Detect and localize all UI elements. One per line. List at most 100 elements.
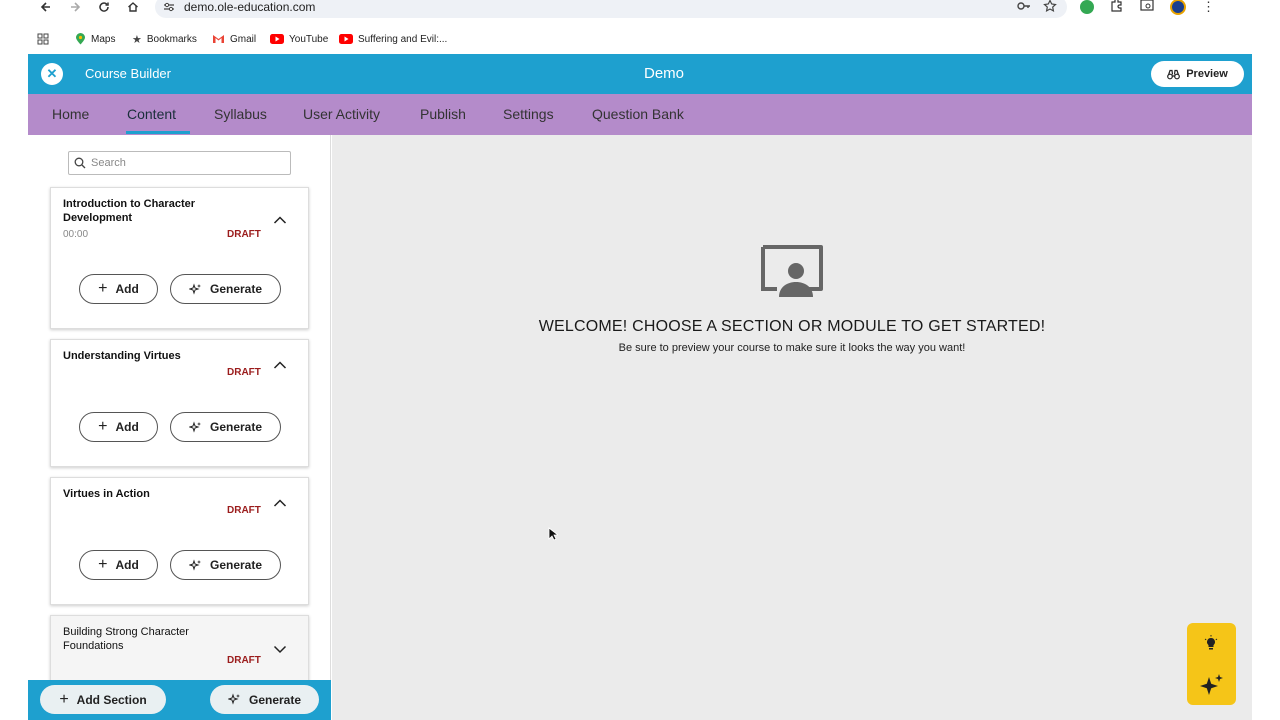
tab-settings[interactable]: Settings	[503, 106, 554, 122]
section-title: Introduction to Character Development	[63, 198, 196, 224]
back-icon[interactable]	[38, 0, 54, 14]
generate-button[interactable]: Generate	[170, 550, 281, 580]
section-title: Virtues in Action	[63, 488, 150, 500]
main-content: WELCOME! CHOOSE A SECTION OR MODULE TO G…	[332, 135, 1252, 720]
add-label: Add	[115, 282, 139, 296]
plus-icon: +	[59, 690, 69, 708]
chevron-up-icon[interactable]	[273, 498, 287, 508]
tab-search-icon[interactable]	[1140, 0, 1154, 17]
chevron-up-icon[interactable]	[273, 360, 287, 370]
tab-user-activity[interactable]: User Activity	[303, 106, 380, 122]
main-tabs: Home Content Syllabus User Activity Publ…	[28, 94, 1252, 135]
section-card[interactable]: Virtues in Action DRAFT + Add Generate	[50, 477, 309, 605]
bookmark-suffering[interactable]: Suffering and Evil:...	[339, 30, 447, 48]
search-box[interactable]	[68, 151, 291, 175]
course-title: Demo	[643, 65, 684, 82]
gmail-icon	[213, 35, 224, 43]
tab-content[interactable]: Content	[127, 106, 176, 122]
plus-icon: +	[98, 280, 108, 297]
app-header: ✕ Course Builder Demo Preview	[28, 54, 1252, 94]
search-icon	[74, 157, 86, 169]
bookmark-youtube[interactable]: YouTube	[270, 30, 328, 48]
maps-pin-icon	[76, 33, 85, 45]
lightbulb-icon[interactable]	[1204, 635, 1218, 651]
section-sidebar: Introduction to Character Development 00…	[28, 135, 331, 720]
assistant-widget	[1187, 623, 1236, 705]
section-title: Understanding Virtues	[63, 350, 181, 362]
reload-icon[interactable]	[96, 0, 112, 14]
sparkle-icon	[227, 693, 240, 705]
section-card[interactable]: Introduction to Character Development 00…	[50, 187, 309, 329]
bookmark-label: Maps	[91, 33, 116, 45]
password-key-icon[interactable]	[1017, 0, 1031, 13]
tab-question-bank[interactable]: Question Bank	[592, 106, 684, 122]
generate-label: Generate	[209, 558, 263, 572]
welcome-title: WELCOME! CHOOSE A SECTION OR MODULE TO G…	[538, 318, 1046, 335]
welcome-subtitle: Be sure to preview your course to make s…	[618, 342, 966, 354]
add-button[interactable]: + Add	[79, 274, 158, 304]
bookmark-bookmarks[interactable]: ★ Bookmarks	[132, 30, 197, 48]
chevron-down-icon[interactable]	[273, 644, 287, 654]
sparkle-icon	[188, 420, 201, 433]
sidebar-footer: + Add Section Generate	[28, 680, 331, 720]
site-settings-icon[interactable]	[163, 1, 175, 13]
generate-button[interactable]: Generate	[170, 412, 281, 442]
add-section-button[interactable]: + Add Section	[40, 685, 166, 714]
bookmark-label: Bookmarks	[146, 33, 197, 45]
generate-label: Generate	[209, 420, 263, 434]
status-badge: DRAFT	[227, 367, 261, 378]
bookmark-star-icon[interactable]	[1043, 0, 1057, 13]
generate-label: Generate	[248, 692, 302, 707]
tab-syllabus[interactable]: Syllabus	[214, 106, 267, 122]
address-row: demo.ole-education.com ⋮	[0, 0, 1252, 26]
extensions-puzzle-icon[interactable]	[1110, 0, 1124, 17]
generate-label: Generate	[209, 282, 263, 296]
section-card[interactable]: Building Strong Character Foundations DR…	[50, 615, 309, 685]
url-text: demo.ole-education.com	[184, 0, 316, 14]
status-badge: DRAFT	[227, 505, 261, 516]
profile-avatar[interactable]	[1170, 0, 1186, 15]
extension-green-icon[interactable]	[1080, 0, 1094, 14]
section-card[interactable]: Understanding Virtues DRAFT + Add Genera…	[50, 339, 309, 467]
active-tab-indicator	[126, 131, 190, 134]
presentation-icon	[761, 245, 823, 297]
mouse-cursor-icon	[548, 527, 558, 541]
sparkle-icon	[188, 282, 201, 295]
bookmark-label: Gmail	[230, 33, 257, 45]
plus-icon: +	[98, 418, 108, 435]
generate-section-button[interactable]: Generate	[210, 685, 319, 714]
page-right-margin	[1252, 0, 1280, 720]
generate-button[interactable]: Generate	[170, 274, 281, 304]
apps-grid-icon[interactable]	[37, 30, 49, 48]
status-badge: DRAFT	[227, 229, 261, 240]
bookmark-label: Suffering and Evil:...	[358, 33, 448, 45]
bookmark-maps[interactable]: Maps	[75, 30, 115, 48]
preview-label: Preview	[1186, 68, 1228, 80]
chevron-up-icon[interactable]	[273, 215, 287, 225]
forward-icon[interactable]	[67, 0, 83, 14]
add-section-label: Add Section	[76, 692, 147, 707]
search-input[interactable]	[91, 154, 281, 172]
browser-menu-icon[interactable]: ⋮	[1202, 0, 1215, 15]
plus-icon: +	[98, 556, 108, 573]
bookmark-gmail[interactable]: Gmail	[212, 30, 256, 48]
tab-home[interactable]: Home	[52, 106, 89, 122]
sparkle-icon	[188, 558, 201, 571]
section-title: Building Strong Character Foundations	[63, 626, 189, 652]
bookmarks-bar: Maps ★ Bookmarks Gmail YouTube Suffering…	[0, 30, 1252, 48]
ai-sparkle-icon[interactable]	[1199, 673, 1225, 699]
add-button[interactable]: + Add	[79, 550, 158, 580]
binoculars-icon	[1167, 69, 1181, 79]
youtube-icon	[339, 34, 353, 44]
browser-chrome: demo.ole-education.com ⋮ Maps ★ Bookmark…	[0, 0, 1252, 54]
youtube-icon	[270, 34, 284, 44]
star-icon: ★	[132, 33, 142, 46]
address-bar[interactable]: demo.ole-education.com	[155, 0, 1067, 18]
page-left-margin	[0, 54, 28, 720]
tab-publish[interactable]: Publish	[420, 106, 466, 122]
bookmark-label: YouTube	[289, 33, 329, 45]
add-label: Add	[115, 420, 139, 434]
add-button[interactable]: + Add	[79, 412, 158, 442]
home-icon[interactable]	[125, 0, 141, 14]
preview-button[interactable]: Preview	[1151, 61, 1244, 87]
